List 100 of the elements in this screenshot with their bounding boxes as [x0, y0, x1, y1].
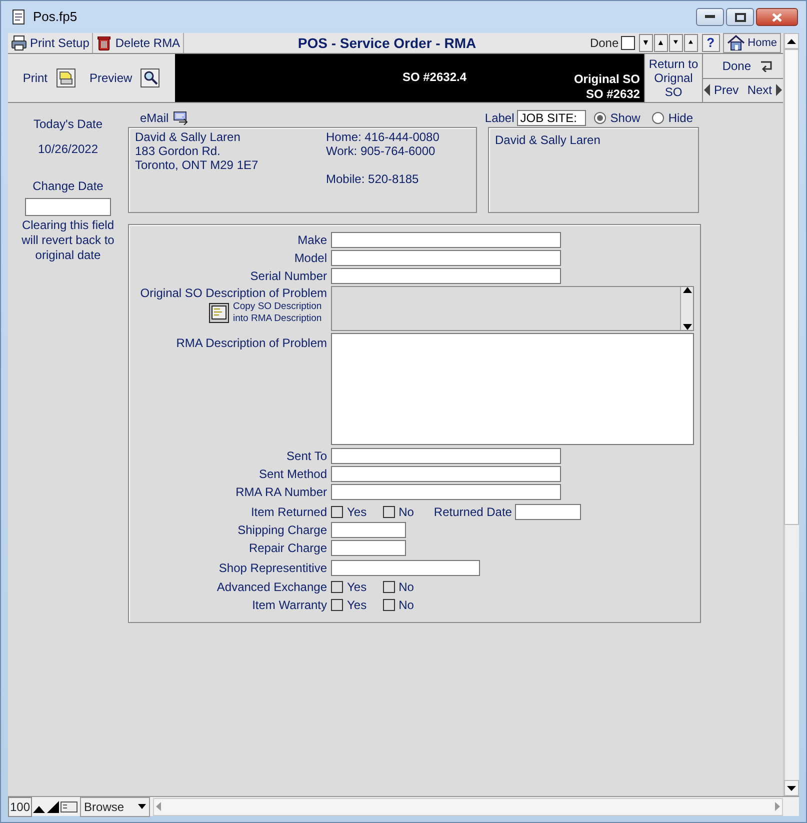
- help-button[interactable]: ?: [702, 34, 720, 52]
- address-line: Toronto, ONT M29 1E7: [135, 158, 260, 172]
- label-text: David & Sally Laren: [495, 132, 602, 149]
- field-label: RMA RA Number: [234, 485, 327, 499]
- home-button[interactable]: Home: [722, 33, 781, 53]
- scroll-down-icon[interactable]: [787, 786, 796, 790]
- trash-icon: [96, 35, 112, 51]
- hint-text: Clearing this field will revert back to original date: [20, 218, 116, 263]
- text-field[interactable]: [331, 448, 561, 464]
- checkbox[interactable]: [331, 581, 343, 593]
- field-label: Repair Charge: [248, 541, 327, 555]
- field-label: Advanced Exchange: [216, 580, 327, 594]
- text-field[interactable]: [331, 560, 480, 576]
- field-label: Sent To: [286, 449, 327, 463]
- close-icon: [772, 12, 782, 22]
- checkbox[interactable]: [331, 506, 343, 518]
- field-label: Original SO Description of Problem: [139, 286, 327, 300]
- done-checkbox[interactable]: [620, 36, 635, 50]
- phone-number: Work: 905-764-6000: [326, 144, 436, 158]
- scroll-down-icon[interactable]: [682, 324, 692, 330]
- text-field[interactable]: [331, 250, 561, 266]
- minimize-button[interactable]: [696, 8, 724, 26]
- close-button[interactable]: [756, 8, 798, 26]
- record-nav-button[interactable]: ▲: [654, 34, 668, 52]
- label-caption: Label: [484, 110, 514, 127]
- record-nav-button[interactable]: ▼: [638, 34, 653, 52]
- label-field[interactable]: JOB SITE:: [517, 110, 586, 126]
- print-setup-button[interactable]: Print Setup: [8, 33, 94, 53]
- original-so-number: SO #2632: [584, 87, 640, 102]
- return-button[interactable]: Return to Orignal SO: [644, 54, 702, 102]
- field-label: Sent Method: [258, 467, 327, 481]
- radio-button[interactable]: [652, 112, 664, 124]
- caret-icon: [138, 804, 146, 809]
- vertical-scrollbar[interactable]: [783, 33, 799, 796]
- radio-button[interactable]: [594, 112, 606, 124]
- original-so-label: Original SO: [574, 72, 640, 87]
- scroll-up-icon[interactable]: [682, 287, 692, 293]
- right-arrow-icon: [776, 84, 782, 96]
- radio-option[interactable]: Show: [594, 109, 640, 127]
- scroll-right-icon[interactable]: [772, 802, 782, 811]
- next-button[interactable]: Next: [747, 81, 782, 100]
- today-date-label: Today's Date: [32, 116, 104, 133]
- so-number: SO #2632.4: [402, 69, 467, 86]
- checkbox-label: Yes: [347, 580, 367, 594]
- phone-number: Home: 416-444-0080: [326, 130, 440, 144]
- text-field[interactable]: [331, 522, 406, 538]
- left-arrow-icon: [704, 84, 710, 96]
- phone-number: Mobile: 520-8185: [326, 172, 420, 186]
- magnifier-icon: [140, 68, 160, 88]
- prev-button[interactable]: Prev: [704, 81, 739, 100]
- record-nav-button[interactable]: ⯆: [668, 34, 683, 52]
- checkbox[interactable]: [382, 599, 395, 611]
- field-label: Make: [296, 233, 327, 247]
- change-date-field[interactable]: [25, 198, 111, 216]
- maximize-button[interactable]: [726, 8, 754, 26]
- delete-button[interactable]: Delete RMA: [93, 33, 184, 53]
- copy-description-text: Copy SO Description into RMA Description: [233, 301, 323, 325]
- house-icon: [726, 35, 745, 51]
- window-title: Pos.fp5: [33, 8, 78, 26]
- text-field[interactable]: [331, 232, 561, 248]
- text-field[interactable]: [331, 466, 561, 482]
- checkbox[interactable]: [382, 581, 395, 593]
- maximize-icon: [734, 12, 746, 22]
- text-area[interactable]: [331, 333, 694, 445]
- record-nav-button[interactable]: ⯅: [684, 34, 698, 52]
- print-button[interactable]: Print: [22, 68, 76, 88]
- minimize-icon: [705, 15, 715, 19]
- checkbox-label: No: [398, 505, 414, 519]
- printer-icon: [11, 35, 27, 51]
- field-label: Shop Representitive: [218, 561, 327, 575]
- zoom-level[interactable]: 100: [8, 796, 32, 816]
- today-date: 10/26/2022: [36, 141, 100, 158]
- scroll-up-icon[interactable]: [787, 38, 796, 44]
- document-icon[interactable]: [11, 9, 27, 25]
- checkbox[interactable]: [331, 599, 343, 611]
- field-label: RMA Description of Problem: [175, 335, 327, 350]
- return-arrow-icon: [759, 60, 775, 72]
- address-line: 183 Gordon Rd.: [135, 144, 222, 158]
- copy-button[interactable]: [209, 303, 229, 323]
- change-date-label: Change Date: [32, 178, 104, 195]
- text-field[interactable]: [331, 484, 561, 500]
- status-area-icon[interactable]: [60, 800, 78, 814]
- text-field[interactable]: [331, 268, 561, 284]
- preview-button[interactable]: Preview: [90, 68, 160, 88]
- horizontal-scrollbar[interactable]: [153, 798, 783, 816]
- checkbox[interactable]: [382, 506, 395, 518]
- mode-dropdown[interactable]: Browse: [80, 796, 150, 816]
- print-icon: [56, 68, 76, 88]
- field-label: Serial Number: [249, 269, 327, 283]
- field-label: Shipping Charge: [236, 523, 327, 537]
- scrollbar[interactable]: [680, 287, 693, 330]
- envelope-icon: [172, 111, 189, 125]
- field-label: Model: [293, 251, 327, 265]
- radio-option[interactable]: Hide: [652, 109, 693, 127]
- field-label: Item Returned: [250, 505, 327, 519]
- email-button[interactable]: eMail: [140, 109, 189, 127]
- checkbox-label: Yes: [347, 598, 367, 612]
- field-label: Item Warranty: [251, 598, 327, 612]
- text-field[interactable]: [331, 540, 406, 556]
- text-field[interactable]: [514, 504, 581, 520]
